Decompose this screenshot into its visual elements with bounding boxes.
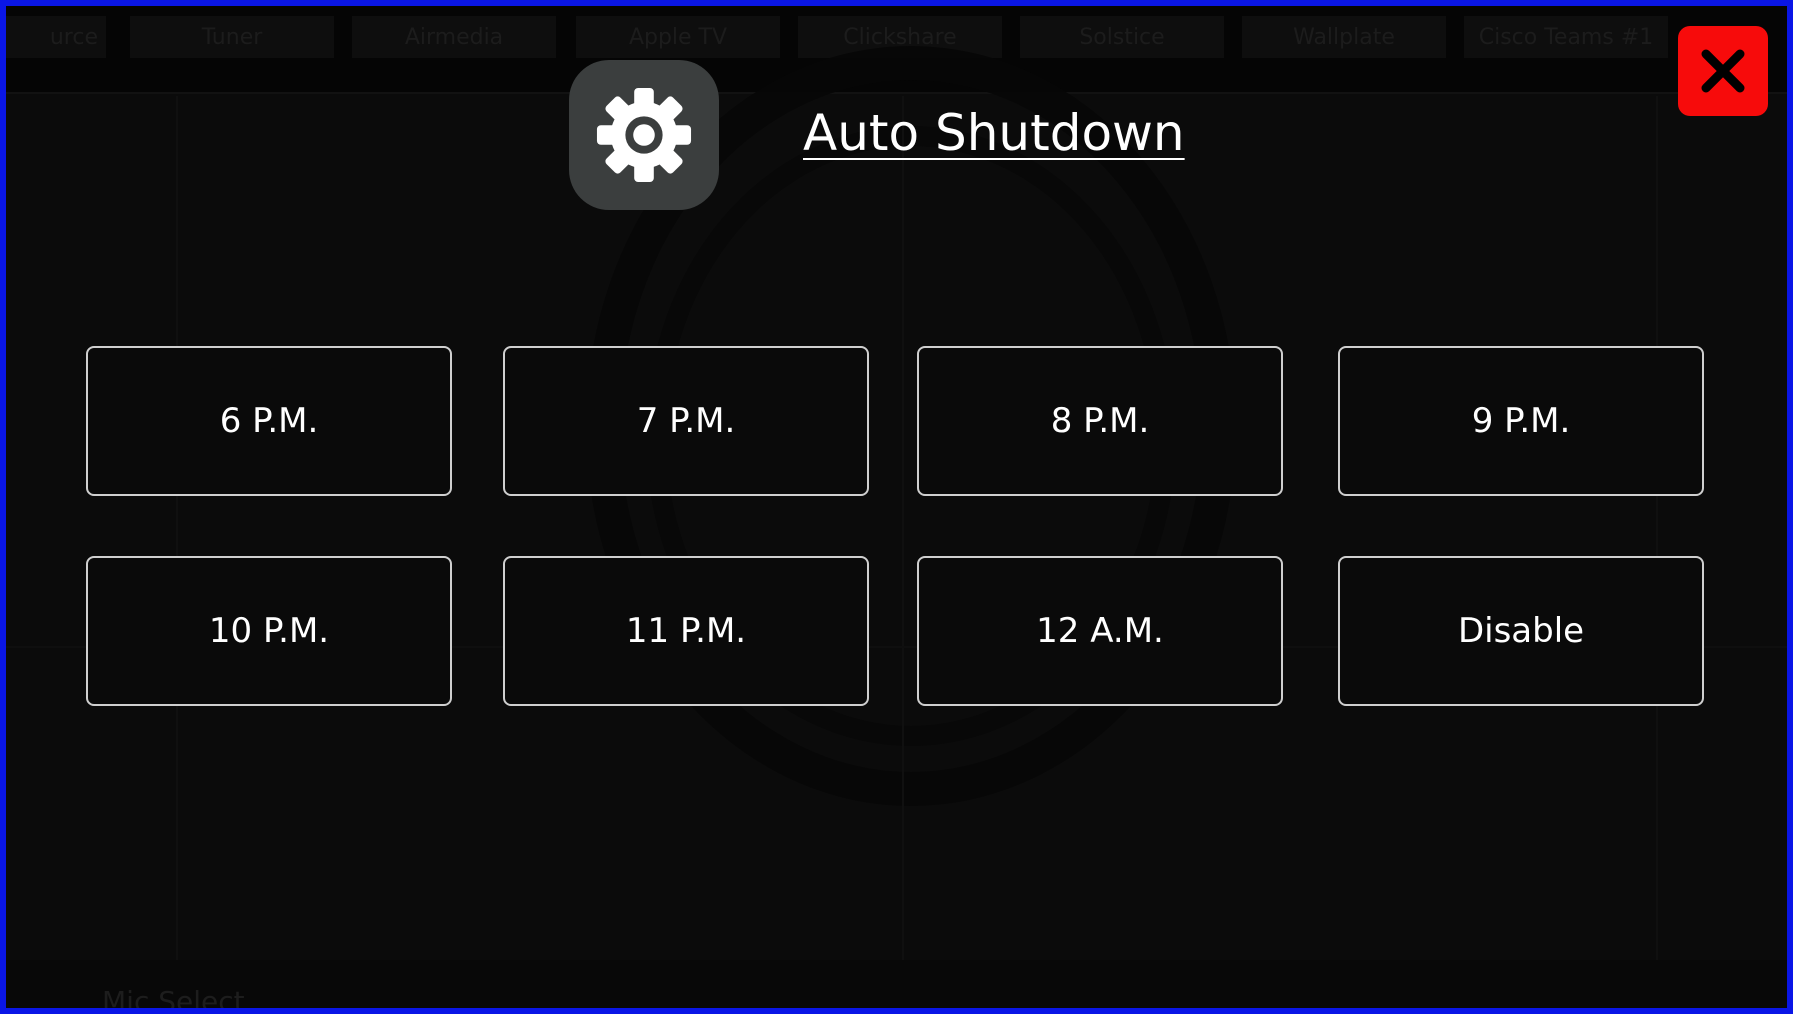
bg-tab-source: urce bbox=[6, 16, 106, 58]
bg-tab-cisco-teams: Cisco Teams #1 bbox=[1464, 16, 1668, 58]
bg-tab-tuner: Tuner bbox=[130, 16, 334, 58]
settings-icon-tile bbox=[569, 60, 719, 210]
bg-tab-apple-tv: Apple TV bbox=[576, 16, 780, 58]
bg-line bbox=[176, 96, 178, 966]
close-icon bbox=[1701, 49, 1745, 93]
option-8pm-button[interactable]: 8 P.M. bbox=[917, 346, 1283, 496]
bg-tab-wallplate: Wallplate bbox=[1242, 16, 1446, 58]
bg-line bbox=[1656, 96, 1658, 966]
gear-icon bbox=[596, 87, 692, 183]
option-7pm-button[interactable]: 7 P.M. bbox=[503, 346, 869, 496]
bg-bottom-label: Mic Select bbox=[102, 985, 245, 1014]
dialog-title: Auto Shutdown bbox=[803, 104, 1185, 162]
close-button[interactable] bbox=[1678, 26, 1768, 116]
bg-tab-solstice: Solstice bbox=[1020, 16, 1224, 58]
app-frame: urce Tuner Airmedia Apple TV Clickshare … bbox=[0, 0, 1793, 1014]
option-9pm-button[interactable]: 9 P.M. bbox=[1338, 346, 1704, 496]
option-disable-button[interactable]: Disable bbox=[1338, 556, 1704, 706]
bg-line bbox=[902, 96, 904, 966]
bg-bottom-bar: Mic Select bbox=[6, 960, 1787, 1008]
bg-tab-airmedia: Airmedia bbox=[352, 16, 556, 58]
option-12am-button[interactable]: 12 A.M. bbox=[917, 556, 1283, 706]
option-11pm-button[interactable]: 11 P.M. bbox=[503, 556, 869, 706]
option-6pm-button[interactable]: 6 P.M. bbox=[86, 346, 452, 496]
option-10pm-button[interactable]: 10 P.M. bbox=[86, 556, 452, 706]
